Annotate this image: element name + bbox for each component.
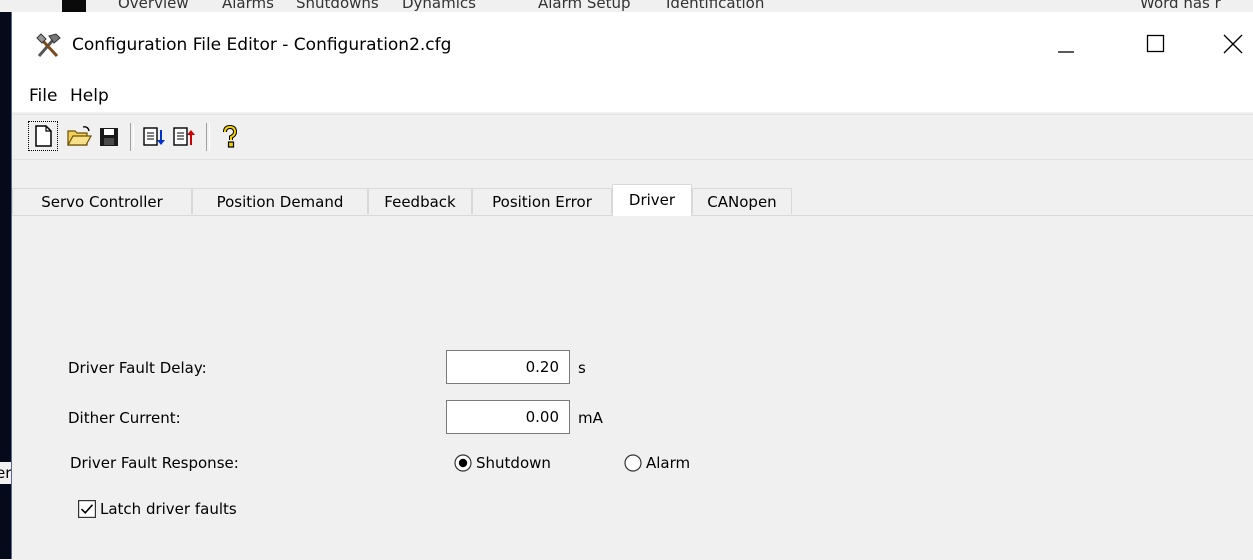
import-icon	[143, 127, 165, 146]
radio-selected-icon	[454, 454, 472, 472]
close-button[interactable]	[1208, 20, 1253, 66]
bg-tab-alarms: Alarms	[222, 0, 274, 12]
close-icon	[1223, 34, 1243, 54]
radio-shutdown[interactable]: Shutdown	[454, 453, 584, 473]
dither-current-label: Dither Current:	[68, 409, 181, 427]
import-button[interactable]	[140, 123, 166, 149]
background-left-text: er	[0, 462, 11, 484]
toolbar	[12, 114, 1253, 160]
tab-position-error[interactable]: Position Error	[472, 188, 612, 214]
tab-driver[interactable]: Driver	[612, 184, 692, 216]
export-icon	[173, 127, 195, 146]
bg-status-text: Word has r	[1140, 0, 1221, 12]
driver-fault-response-label: Driver Fault Response:	[70, 454, 239, 472]
help-button[interactable]	[216, 123, 242, 149]
tab-feedback[interactable]: Feedback	[368, 188, 472, 214]
bg-tab-overview: Overview	[118, 0, 189, 12]
background-dark-block	[62, 0, 86, 12]
open-folder-icon	[66, 126, 93, 146]
background-left-label: er	[0, 464, 11, 482]
radio-alarm[interactable]: Alarm	[624, 453, 724, 473]
tab-canopen[interactable]: CANopen	[692, 188, 792, 214]
maximize-button[interactable]	[1132, 20, 1178, 66]
latch-driver-faults-checkbox[interactable]: Latch driver faults	[78, 499, 298, 519]
config-editor-window: Configuration File Editor - Configuratio…	[11, 12, 1253, 560]
menu-file[interactable]: File	[28, 85, 58, 107]
menu-help[interactable]: Help	[69, 85, 110, 107]
help-icon	[223, 124, 238, 148]
save-button[interactable]	[95, 123, 121, 149]
new-file-icon	[35, 125, 52, 147]
new-file-button[interactable]	[28, 121, 58, 151]
minimize-button[interactable]	[1042, 20, 1088, 66]
toolbar-separator	[130, 123, 134, 151]
save-disk-icon	[100, 128, 118, 146]
toolbar-separator	[206, 123, 210, 151]
tab-position-demand[interactable]: Position Demand	[192, 188, 368, 214]
maximize-icon	[1146, 34, 1165, 53]
bg-tab-identification: Identification	[666, 0, 765, 12]
menu-bar: File Help	[12, 78, 1253, 112]
bg-tab-shutdowns: Shutdowns	[296, 0, 379, 12]
export-button[interactable]	[170, 123, 196, 149]
title-bar[interactable]: Configuration File Editor - Configuratio…	[12, 12, 1253, 78]
minimize-icon	[1058, 51, 1074, 53]
bg-tab-alarm-setup: Alarm Setup	[538, 0, 631, 12]
dither-current-unit: mA	[578, 409, 603, 427]
tab-servo-controller[interactable]: Servo Controller	[12, 188, 192, 214]
radio-alarm-label: Alarm	[646, 454, 691, 472]
driver-fault-delay-input[interactable]: 0.20	[446, 350, 570, 384]
window-title: Configuration File Editor - Configuratio…	[72, 35, 452, 55]
checkbox-checked-icon	[78, 500, 96, 518]
open-button[interactable]	[65, 123, 93, 149]
tab-strip: Servo Controller Position Demand Feedbac…	[12, 182, 1253, 216]
driver-tab-panel: Driver Fault Delay: 0.20 s Dither Curren…	[12, 215, 1253, 560]
dither-current-input[interactable]: 0.00	[446, 400, 570, 434]
tools-icon	[34, 32, 62, 60]
radio-unselected-icon	[624, 454, 642, 472]
driver-fault-delay-label: Driver Fault Delay:	[68, 359, 207, 377]
bg-tab-dynamics: Dynamics	[402, 0, 476, 12]
radio-shutdown-label: Shutdown	[476, 454, 551, 472]
latch-driver-faults-label: Latch driver faults	[100, 500, 237, 518]
driver-fault-delay-unit: s	[578, 359, 586, 377]
